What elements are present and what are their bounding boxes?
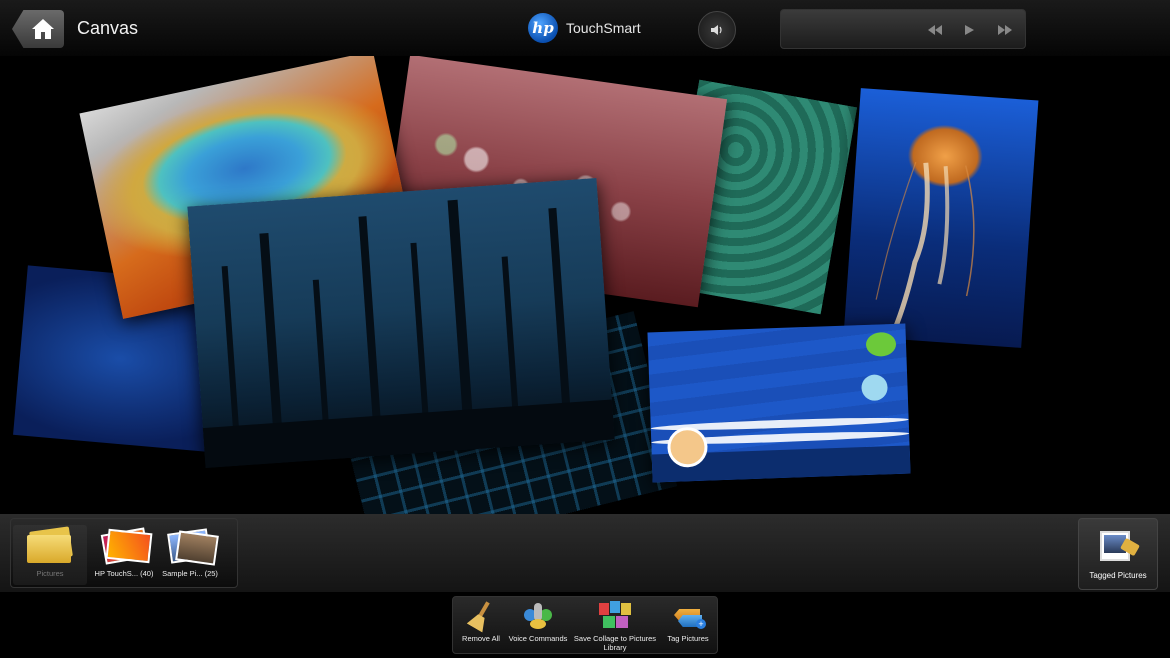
- action-label: Save Collage to Pictures Library: [573, 634, 657, 652]
- tagged-photos-icon: [1096, 527, 1140, 567]
- action-label: Tag Pictures: [667, 634, 709, 643]
- voice-commands-button[interactable]: Voice Commands: [505, 601, 571, 653]
- remove-all-button[interactable]: Remove All: [457, 601, 505, 653]
- rewind-icon: [928, 25, 942, 35]
- collage-canvas[interactable]: [0, 56, 1170, 516]
- action-bar: Remove All Voice Commands Save Collage t…: [452, 596, 718, 654]
- tagged-pictures-label: Tagged Pictures: [1089, 571, 1147, 580]
- picture-source-group: Pictures HP TouchS... (40) Sample Pi... …: [10, 518, 238, 588]
- tagged-pictures-button[interactable]: Tagged Pictures: [1078, 518, 1158, 590]
- source-label: Sample Pi... (25): [162, 569, 218, 578]
- hp-logo: hp: [528, 13, 558, 43]
- top-bar: Canvas hp TouchSmart: [0, 0, 1170, 56]
- photo-jellyfish[interactable]: [843, 88, 1039, 348]
- home-icon: [32, 19, 54, 39]
- action-label: Voice Commands: [508, 634, 568, 643]
- source-label: HP TouchS... (40): [94, 569, 154, 578]
- page-title: Canvas: [77, 18, 139, 38]
- fast-forward-icon: [998, 25, 1012, 35]
- picture-browser-bar: Pictures HP TouchS... (40) Sample Pi... …: [0, 514, 1170, 592]
- source-pictures[interactable]: Pictures: [13, 525, 87, 585]
- jellyfish-illustration: [875, 161, 975, 332]
- source-hp-touchsmart[interactable]: HP TouchS... (40): [89, 525, 159, 585]
- volume-button[interactable]: [698, 11, 736, 49]
- home-button[interactable]: [12, 10, 64, 48]
- brand-name: TouchSmart: [566, 20, 641, 36]
- photo-night-forest[interactable]: [187, 178, 615, 468]
- tag-pictures-button[interactable]: + Tag Pictures: [659, 601, 717, 653]
- rewind-button[interactable]: [927, 22, 943, 38]
- tag-icon: +: [670, 601, 706, 631]
- play-button[interactable]: [961, 22, 977, 38]
- collage-icon: [597, 601, 633, 631]
- photo-stack-icon: [97, 527, 153, 565]
- broom-icon: [463, 601, 499, 631]
- photo-stack-icon: [163, 527, 219, 566]
- save-collage-button[interactable]: Save Collage to Pictures Library: [571, 601, 659, 653]
- photo-cartoon-ocean[interactable]: [647, 323, 911, 483]
- speaker-icon: [711, 25, 722, 35]
- folder-icon: [23, 526, 77, 563]
- source-sample-pictures[interactable]: Sample Pi... (25): [155, 525, 225, 585]
- fast-forward-button[interactable]: [997, 22, 1013, 38]
- media-controls: [780, 9, 1026, 49]
- play-icon: [965, 25, 974, 35]
- microphone-icon: [520, 601, 556, 631]
- source-label: Pictures: [36, 569, 64, 578]
- action-label: Remove All: [462, 634, 500, 643]
